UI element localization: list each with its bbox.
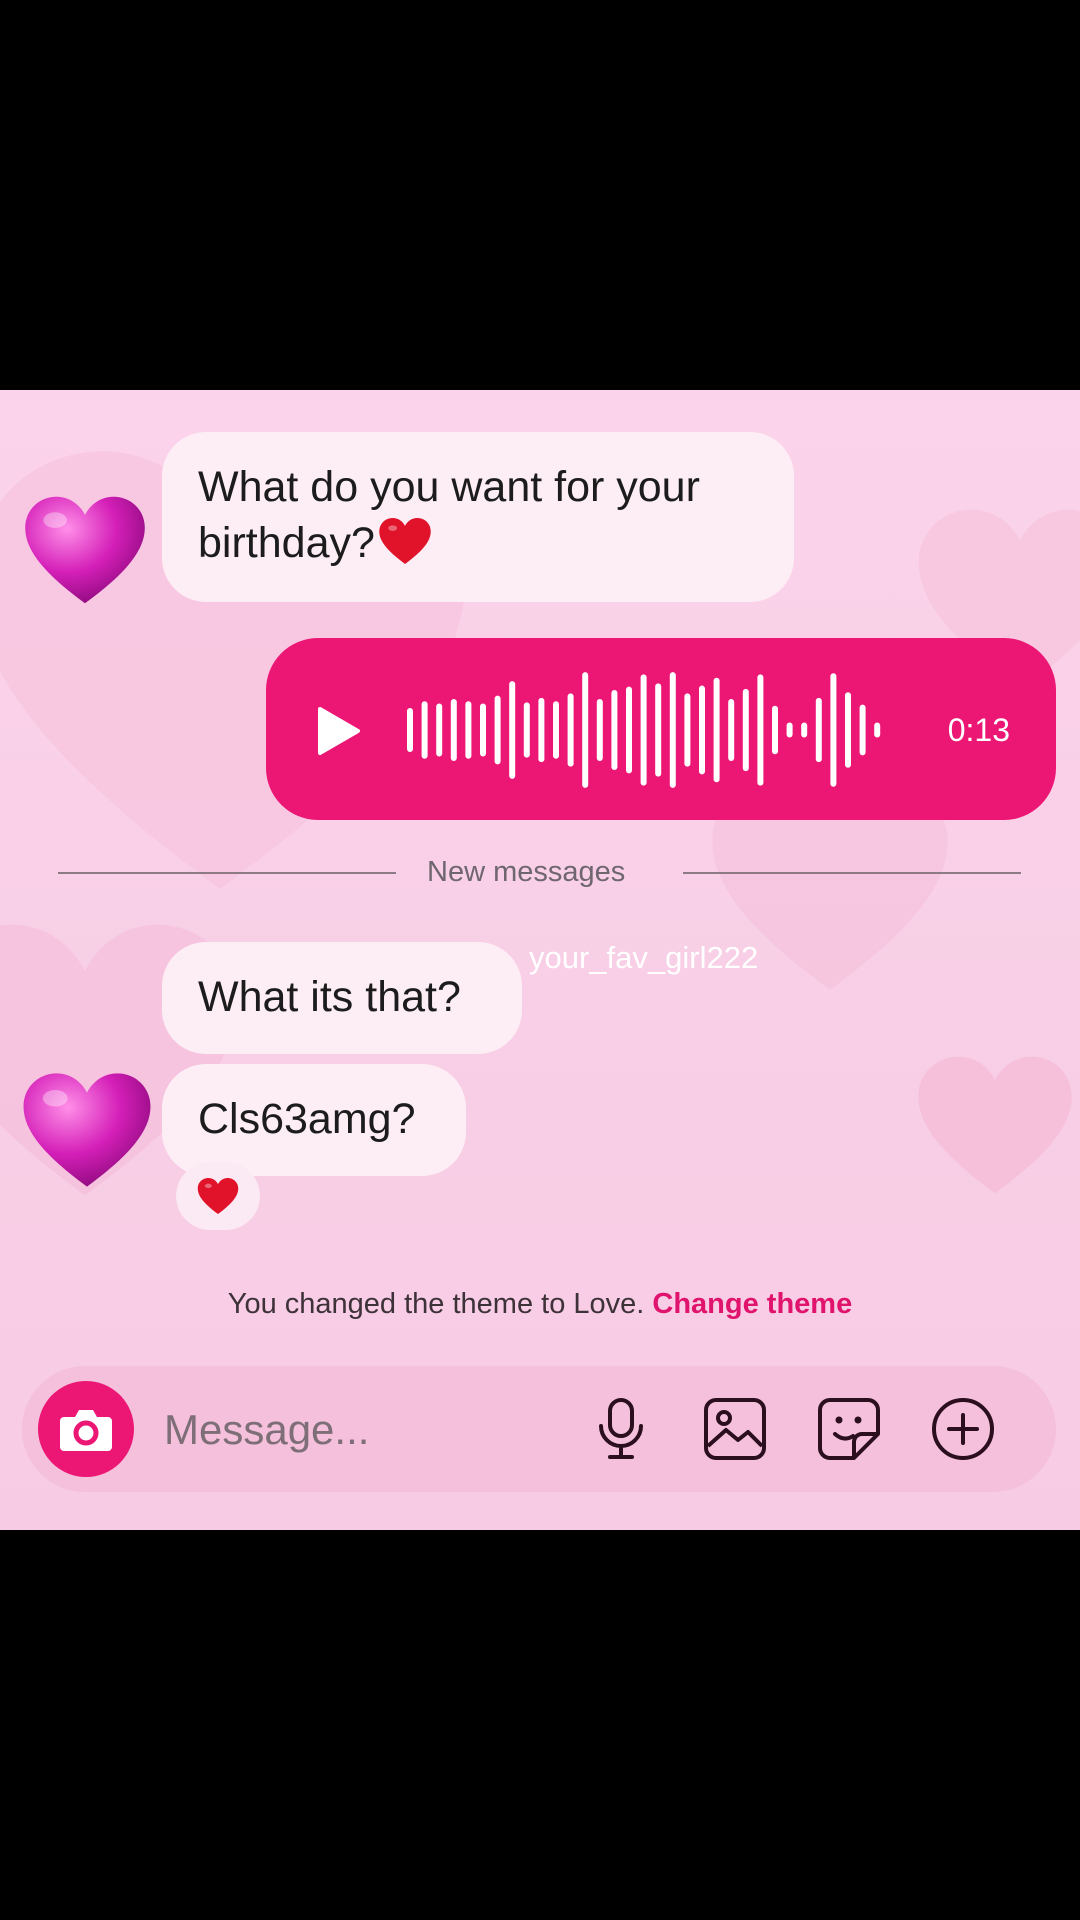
incoming-message-bubble[interactable]: Cls63amg?	[162, 1064, 466, 1176]
camera-button[interactable]	[38, 1381, 134, 1477]
gallery-icon[interactable]	[702, 1396, 768, 1462]
new-messages-label: New messages	[427, 856, 626, 888]
plus-circle-icon[interactable]	[930, 1396, 996, 1462]
theme-notice-text: You changed the theme to Love.	[227, 1288, 645, 1320]
message-composer	[22, 1366, 1056, 1492]
message-text: What do you want for your	[198, 463, 700, 511]
divider-line	[58, 872, 396, 874]
purple-heart-avatar-icon[interactable]	[18, 1066, 156, 1194]
message-input[interactable]	[162, 1396, 586, 1464]
microphone-icon[interactable]	[596, 1396, 646, 1462]
message-text: What its that?	[198, 973, 461, 1021]
message-text: Cls63amg?	[198, 1095, 416, 1143]
divider-line	[683, 872, 1021, 874]
chat-thread: What do you want for your birthday? 0:13…	[0, 390, 1080, 1530]
voice-message-bubble[interactable]: 0:13	[266, 638, 1056, 820]
purple-heart-avatar-icon[interactable]	[20, 490, 150, 610]
overlay-username: your_fav_girl222	[529, 940, 759, 975]
incoming-message-bubble[interactable]: What its that?	[162, 942, 522, 1054]
camera-icon	[60, 1410, 112, 1451]
incoming-message-bubble[interactable]: What do you want for your birthday?	[162, 432, 794, 602]
message-reaction[interactable]	[176, 1162, 260, 1230]
play-icon[interactable]	[314, 706, 362, 756]
sticker-icon[interactable]	[816, 1396, 882, 1462]
waveform-icon[interactable]	[404, 672, 894, 788]
change-theme-link[interactable]: Change theme	[652, 1288, 852, 1320]
voice-duration: 0:13	[947, 712, 1010, 748]
theme-change-notice: You changed the theme to Love. Change th…	[0, 1288, 1080, 1321]
background-heart-icon	[918, 1056, 1072, 1194]
message-text: birthday?	[198, 519, 375, 567]
red-heart-emoji-icon	[379, 518, 431, 564]
red-heart-emoji-icon	[197, 1177, 239, 1215]
